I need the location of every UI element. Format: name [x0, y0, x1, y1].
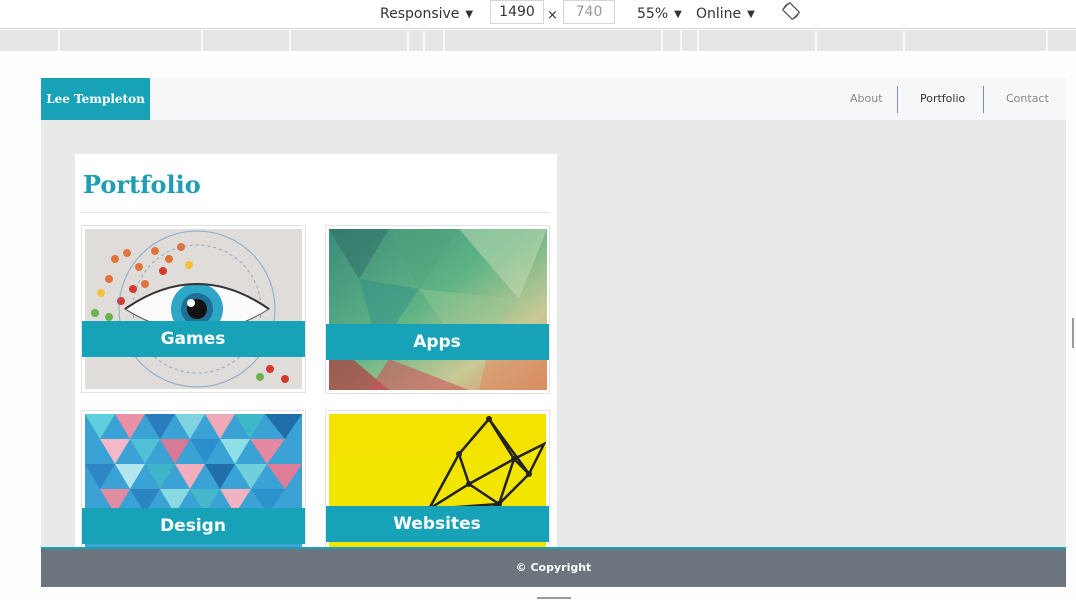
ruler-tick[interactable] [201, 30, 203, 51]
ruler-tick[interactable] [423, 30, 425, 51]
portfolio-tile-apps[interactable]: Apps [325, 225, 550, 394]
site-footer: © Copyright [41, 547, 1066, 587]
portfolio-heading: Portfolio [83, 170, 201, 199]
device-select[interactable]: Responsive ▼ [380, 3, 473, 25]
device-label: Responsive [380, 6, 460, 22]
network-caret-icon: ▼ [747, 9, 755, 20]
ruler-tick[interactable] [661, 30, 663, 51]
nav-link-portfolio[interactable]: Portfolio [920, 86, 965, 112]
apps-image [329, 229, 547, 390]
nav-divider [897, 86, 898, 113]
portfolio-tile-games[interactable]: Games [81, 225, 306, 393]
rotate-icon-graphic [782, 2, 800, 20]
network-label: Online [696, 6, 742, 22]
ruler-tick[interactable] [407, 30, 409, 51]
tile-label-design: Design [82, 508, 305, 544]
nav-link-about[interactable]: About [850, 86, 883, 112]
ruler-tick[interactable] [443, 30, 445, 51]
height-input[interactable]: 740 [563, 0, 615, 24]
media-query-ruler[interactable] [0, 30, 1076, 51]
zoom-select[interactable]: 55% ▼ [637, 3, 682, 25]
tile-label-apps: Apps [326, 324, 549, 360]
nav-link-contact[interactable]: Contact [1006, 86, 1049, 112]
ruler-tick[interactable] [289, 30, 291, 51]
tile-label-games: Games [82, 321, 305, 357]
site-navbar: Lee Templeton About Portfolio Contact [41, 78, 1066, 120]
ruler-tick[interactable] [58, 30, 60, 51]
network-throttle-select[interactable]: Online ▼ [696, 3, 755, 25]
games-image [85, 229, 302, 389]
emulated-viewport: Lee Templeton About Portfolio Contact Po… [41, 78, 1066, 587]
ruler-tick[interactable] [903, 30, 905, 51]
nav-divider [983, 86, 984, 113]
rotate-icon[interactable] [781, 1, 801, 23]
viewport-resize-handle-right[interactable] [1072, 318, 1074, 348]
device-caret-icon: ▼ [465, 9, 474, 20]
zoom-caret-icon: ▼ [674, 9, 682, 20]
ruler-tick[interactable] [1046, 30, 1048, 51]
dimension-times-icon: × [547, 8, 558, 23]
viewport-resize-handle-bottom[interactable] [537, 597, 571, 599]
portfolio-card: Portfolio Games Apps Design Websites [75, 154, 557, 587]
devtools-device-toolbar: Responsive ▼ 1490 × 740 55% ▼ Online ▼ [0, 0, 1076, 29]
width-input[interactable]: 1490 [490, 0, 544, 24]
ruler-tick[interactable] [697, 30, 699, 51]
tile-label-websites: Websites [326, 506, 549, 542]
heading-divider [80, 212, 550, 213]
ruler-tick[interactable] [680, 30, 682, 51]
brand-logo[interactable]: Lee Templeton [41, 78, 150, 120]
copyright-text: © Copyright [515, 561, 592, 574]
zoom-label: 55% [637, 6, 669, 22]
ruler-tick[interactable] [815, 30, 817, 51]
